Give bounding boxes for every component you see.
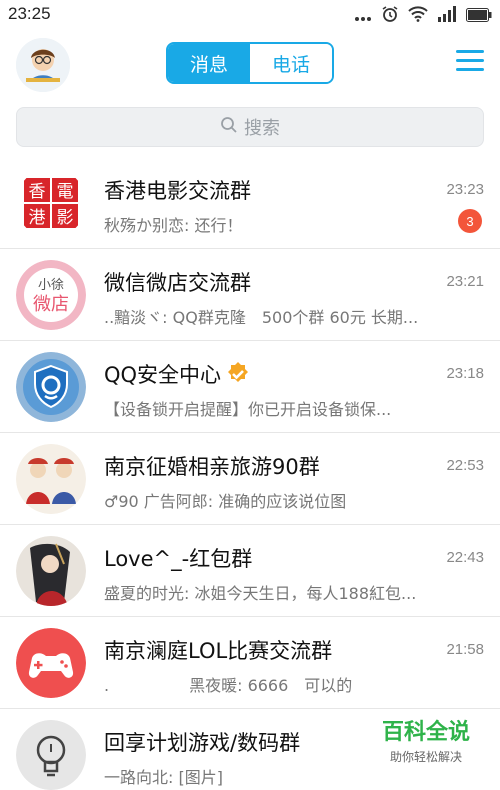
chat-time: 22:53: [446, 457, 484, 474]
svg-text:小徐: 小徐: [38, 278, 64, 293]
chat-time: 23:23: [446, 181, 484, 198]
chat-preview: 【设备锁开启提醒】你已开启设备锁保...: [104, 400, 392, 419]
wifi-icon: [408, 6, 428, 26]
chat-avatar: [16, 720, 86, 790]
chat-avatar: 小徐 微店: [16, 260, 86, 330]
status-bar: 23:25: [0, 0, 500, 30]
chat-row[interactable]: 南京征婚相亲旅游90群 22:53 ♂90 广告阿郎: 准确的应该说位图: [0, 433, 500, 525]
chat-preview: . 黑夜暖: 6666 可以的: [104, 676, 353, 695]
search-icon: [220, 116, 238, 138]
chat-avatar: 香 電 港 影: [16, 168, 86, 238]
my-avatar[interactable]: [16, 38, 70, 92]
chat-name: QQ安全中心: [104, 359, 251, 392]
tab-calls[interactable]: 电话: [250, 44, 332, 82]
chat-preview: 秋殇か别恋: 还行！: [104, 216, 243, 235]
svg-text:香: 香: [29, 182, 46, 202]
chat-name: 回享计划游戏/数码群: [104, 731, 301, 755]
chat-preview: ..黯淡ヾ: QQ群克隆 500个群 60元 长期...: [104, 308, 419, 327]
chat-time: 21:58: [446, 641, 484, 658]
watermark-subtitle: 助你轻松解决: [389, 750, 462, 764]
chat-name: 香港电影交流群: [104, 179, 251, 203]
chat-time: 22:43: [446, 549, 484, 566]
chat-row[interactable]: Love^_-红包群 22:43 盛夏的时光: 冰姐今天生日，每人188紅包..…: [0, 525, 500, 617]
search-bar[interactable]: 搜索: [16, 107, 484, 147]
status-icons: [354, 5, 492, 27]
tab-messages[interactable]: 消息: [168, 44, 250, 82]
chat-name-text: QQ安全中心: [104, 363, 222, 387]
watermark-title: 百科全说: [381, 720, 470, 745]
status-time: 23:25: [8, 4, 51, 23]
svg-text:影: 影: [57, 208, 74, 228]
chat-name: Love^_-红包群: [104, 547, 253, 571]
chat-avatar: [16, 444, 86, 514]
chat-avatar: [16, 536, 86, 606]
message-call-toggle: 消息 电话: [166, 42, 334, 84]
chat-name: 南京澜庭LOL比赛交流群: [104, 639, 333, 663]
watermark-logo: 百科全说 助你轻松解决: [352, 710, 500, 772]
battery-icon: [466, 7, 492, 26]
svg-text:港: 港: [29, 208, 46, 228]
alarm-icon: [381, 5, 399, 27]
more-dots-icon: [354, 7, 372, 26]
verified-badge-icon: [225, 361, 251, 392]
menu-icon[interactable]: [456, 50, 484, 74]
chat-row[interactable]: QQ安全中心 23:18 【设备锁开启提醒】你已开启设备锁保...: [0, 341, 500, 433]
chat-preview: 盛夏的时光: 冰姐今天生日，每人188紅包...: [104, 584, 417, 603]
chat-list: 香 電 港 影 香港电影交流群 23:23 秋殇か别恋: 还行！ 3 小徐 微店…: [0, 157, 500, 790]
chat-name: 南京征婚相亲旅游90群: [104, 455, 320, 479]
top-header: 消息 电话: [0, 30, 500, 100]
chat-time: 23:21: [446, 273, 484, 290]
search-placeholder: 搜索: [244, 118, 280, 139]
svg-text:電: 電: [57, 182, 74, 202]
chat-row[interactable]: 南京澜庭LOL比赛交流群 21:58 . 黑夜暖: 6666 可以的: [0, 617, 500, 709]
chat-time: 23:18: [446, 365, 484, 382]
chat-row[interactable]: 小徐 微店 微信微店交流群 23:21 ..黯淡ヾ: QQ群克隆 500个群 6…: [0, 249, 500, 341]
chat-avatar: [16, 628, 86, 698]
unread-badge: 3: [458, 209, 482, 233]
chat-row[interactable]: 香 電 港 影 香港电影交流群 23:23 秋殇か别恋: 还行！ 3: [0, 157, 500, 249]
chat-preview: ♂90 广告阿郎: 准确的应该说位图: [104, 492, 347, 511]
chat-avatar: [16, 352, 86, 422]
svg-text:微店: 微店: [33, 294, 69, 315]
signal-icon: [437, 6, 457, 26]
chat-name: 微信微店交流群: [104, 271, 251, 295]
